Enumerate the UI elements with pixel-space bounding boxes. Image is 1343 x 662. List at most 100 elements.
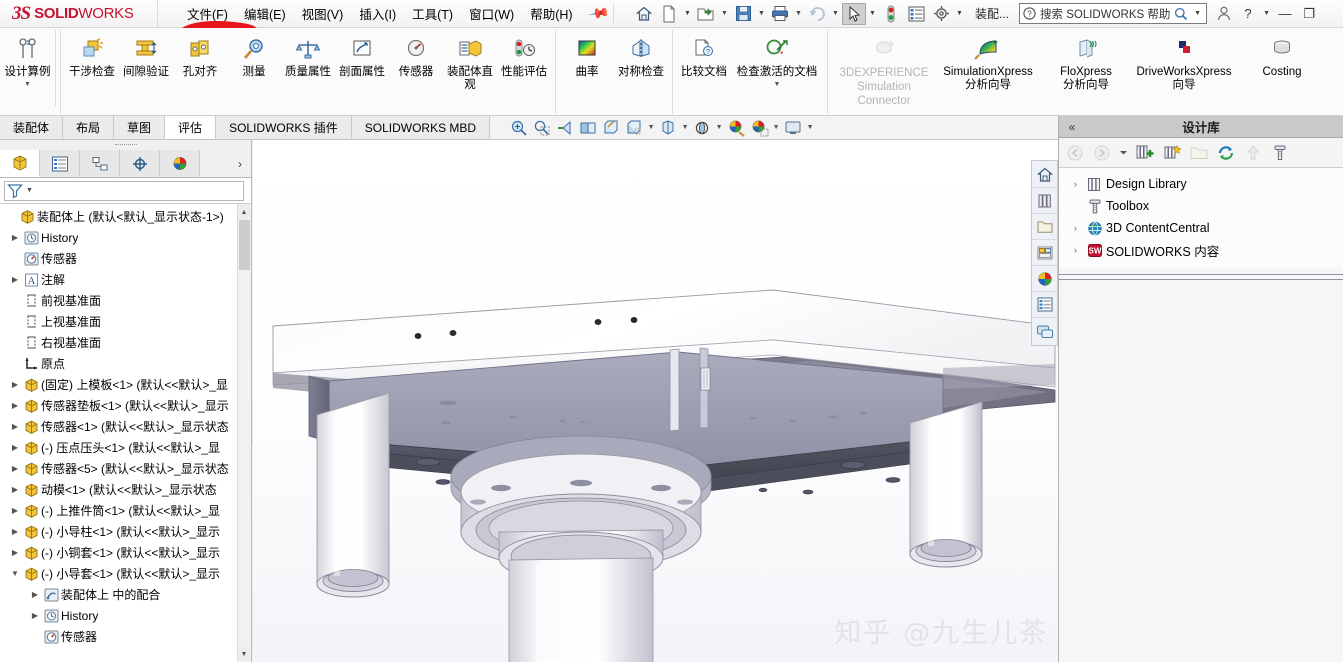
view-orientation-icon[interactable] <box>600 117 622 139</box>
settings-gear-icon[interactable] <box>929 3 953 25</box>
tree-expand-arrow[interactable]: ▶ <box>28 611 42 620</box>
search-dropdown-caret[interactable]: ▼ <box>1192 3 1203 25</box>
tab-layout[interactable]: 布局 <box>63 116 115 139</box>
design-study-dropdown-caret[interactable]: ▼ <box>24 81 31 88</box>
hide-show-dropdown-caret[interactable]: ▼ <box>680 117 690 139</box>
lib-item-3d-contentcentral[interactable]: › 3D ContentCentral <box>1059 217 1343 239</box>
filter-dropdown-caret[interactable]: ▼ <box>24 180 35 202</box>
tree-item-origin[interactable]: ▶ 原点 <box>0 353 251 374</box>
tree-item-history[interactable]: ▶ History <box>0 227 251 248</box>
chevron-right-icon[interactable]: › <box>229 150 251 177</box>
tree-item-part-guide-bush[interactable]: ▼ (-) 小导套<1> (默认<<默认>_显示 <box>0 563 251 584</box>
tree-item-part-shangmoban[interactable]: ▶ (固定) 上模板<1> (默认<<默认>_显 <box>0 374 251 395</box>
tree-expand-arrow[interactable]: ▶ <box>8 464 22 473</box>
previous-view-icon[interactable] <box>554 117 576 139</box>
hole-alignment-button[interactable]: 孔对齐 <box>173 30 227 106</box>
3dexperience-simulation-connector-button[interactable]: 3DEXPERIENCE Simulation Connector <box>832 30 936 108</box>
tab-assembly[interactable]: 装配体 <box>0 116 64 139</box>
search-input[interactable]: ? 搜索 SOLIDWORKS 帮助 ▼ <box>1019 3 1208 25</box>
interference-detection-button[interactable]: 干涉检查 <box>65 30 119 106</box>
tree-item-right-plane[interactable]: ▶ 右视基准面 <box>0 332 251 353</box>
tree-expand-arrow[interactable]: ▶ <box>8 275 22 284</box>
tree-item-sensors[interactable]: ▶ 传感器 <box>0 248 251 269</box>
tab-solidworks-addins[interactable]: SOLIDWORKS 插件 <box>216 116 352 139</box>
view-settings-dropdown-caret[interactable]: ▼ <box>714 117 724 139</box>
scroll-down-arrow[interactable]: ▼ <box>238 647 250 661</box>
add-to-library-icon[interactable] <box>1133 141 1157 165</box>
tree-expand-arrow[interactable]: › <box>1067 223 1084 233</box>
select-dropdown-caret[interactable]: ▼ <box>867 3 878 25</box>
viewport-layout-dropdown-caret[interactable]: ▼ <box>805 117 815 139</box>
design-library-content-area[interactable] <box>1059 280 1343 662</box>
view-palette-icon[interactable] <box>1032 240 1057 266</box>
tree-item-sub-history[interactable]: ▶ History <box>0 605 251 626</box>
filter-input[interactable]: ▼ <box>4 180 244 202</box>
measure-button[interactable]: 测量 <box>227 30 281 106</box>
dropdown-caret-icon[interactable] <box>1117 141 1130 165</box>
tree-item-mates-in-assembly[interactable]: ▶ 装配体上 中的配合 <box>0 584 251 605</box>
file-explorer-icon[interactable] <box>1032 214 1057 240</box>
clearance-verification-button[interactable]: 间隙验证 <box>119 30 173 106</box>
tree-expand-arrow[interactable]: ▶ <box>8 443 22 452</box>
help-dropdown-caret[interactable]: ▼ <box>1261 3 1272 25</box>
menu-window[interactable]: 窗口(W) <box>462 0 521 27</box>
tree-collapse-arrow[interactable]: ▼ <box>8 569 22 578</box>
tree-item-part-moving-die[interactable]: ▶ 动模<1> (默认<<默认>_显示状态 <box>0 479 251 500</box>
help-button[interactable]: ? <box>1237 3 1259 25</box>
tree-item-part-press-head[interactable]: ▶ (-) 压点压头<1> (默认<<默认>_显 <box>0 437 251 458</box>
menu-view[interactable]: 视图(V) <box>295 0 351 27</box>
tab-evaluate[interactable]: 评估 <box>165 116 217 139</box>
section-view-icon[interactable] <box>577 117 599 139</box>
tree-expand-arrow[interactable]: ▶ <box>28 590 42 599</box>
menu-tools[interactable]: 工具(T) <box>405 0 460 27</box>
tree-item-assembly-root[interactable]: ▸ 装配体上 (默认<默认_显示状态-1>) <box>0 206 251 227</box>
graphics-viewport[interactable]: 知乎 @九生儿茶 <box>253 140 1058 662</box>
tree-item-part-sensor5[interactable]: ▶ 传感器<5> (默认<<默认>_显示状态 <box>0 458 251 479</box>
tree-item-part-ejector-tube[interactable]: ▶ (-) 上推件筒<1> (默认<<默认>_显 <box>0 500 251 521</box>
custom-properties-icon[interactable] <box>1032 292 1057 318</box>
menu-help[interactable]: 帮助(H) <box>523 0 579 27</box>
user-account-icon[interactable] <box>1213 3 1235 25</box>
new-document-icon[interactable] <box>657 3 681 25</box>
mass-properties-button[interactable]: 质量属性 <box>281 30 335 106</box>
up-one-level-icon[interactable] <box>1241 141 1265 165</box>
3dexperience-marketplace-icon[interactable] <box>1032 318 1057 344</box>
tree-expand-arrow[interactable]: › <box>1067 179 1084 189</box>
home-icon[interactable] <box>632 3 656 25</box>
tree-expand-arrow[interactable]: ▶ <box>8 548 22 557</box>
feature-manager-tab[interactable] <box>0 150 40 177</box>
design-study-button[interactable]: 设计算例 ▼ <box>0 30 56 106</box>
rebuild-icon[interactable] <box>879 3 903 25</box>
tree-expand-arrow[interactable]: ▶ <box>8 527 22 536</box>
view-home-icon[interactable] <box>1032 162 1057 188</box>
tree-expand-arrow[interactable]: ▶ <box>8 233 22 242</box>
options-list-icon[interactable] <box>904 3 928 25</box>
menu-edit[interactable]: 编辑(E) <box>237 0 293 27</box>
apply-scene-dropdown-caret[interactable]: ▼ <box>771 117 781 139</box>
toolbox-configure-icon[interactable] <box>1268 141 1292 165</box>
tree-item-part-sensor-pad[interactable]: ▶ 传感器垫板<1> (默认<<默认>_显示 <box>0 395 251 416</box>
display-style-icon[interactable] <box>623 117 645 139</box>
save-dropdown-caret[interactable]: ▼ <box>756 3 767 25</box>
menu-insert[interactable]: 插入(I) <box>352 0 403 27</box>
tree-expand-arrow[interactable]: ▶ <box>8 422 22 431</box>
select-cursor-icon[interactable] <box>842 2 867 25</box>
view-settings-toggle-icon[interactable] <box>691 117 713 139</box>
design-library-toggle-icon[interactable] <box>1032 188 1057 214</box>
sensor-button[interactable]: 传感器 <box>389 30 443 106</box>
tree-expand-arrow[interactable]: › <box>1067 245 1084 255</box>
configuration-manager-tab[interactable] <box>80 150 120 177</box>
tab-sketch[interactable]: 草图 <box>114 116 166 139</box>
menu-file[interactable]: 文件(F) <box>180 0 235 27</box>
back-icon[interactable] <box>1063 141 1087 165</box>
open-document-icon[interactable] <box>694 3 718 25</box>
tree-item-part-sensor1[interactable]: ▶ 传感器<1> (默认<<默认>_显示状态 <box>0 416 251 437</box>
performance-evaluation-button[interactable]: 性能评估 <box>497 30 551 106</box>
compare-documents-button[interactable]: ? 比较文档 <box>677 30 731 106</box>
sustainability-button[interactable]: Sustainability <box>1328 30 1343 106</box>
display-style-dropdown-caret[interactable]: ▼ <box>646 117 656 139</box>
tree-expand-arrow[interactable]: ▶ <box>8 506 22 515</box>
assembly-visualization-button[interactable]: 装配体直观 <box>443 30 497 106</box>
hide-show-items-icon[interactable] <box>657 117 679 139</box>
new-document-dropdown-caret[interactable]: ▼ <box>682 3 693 25</box>
